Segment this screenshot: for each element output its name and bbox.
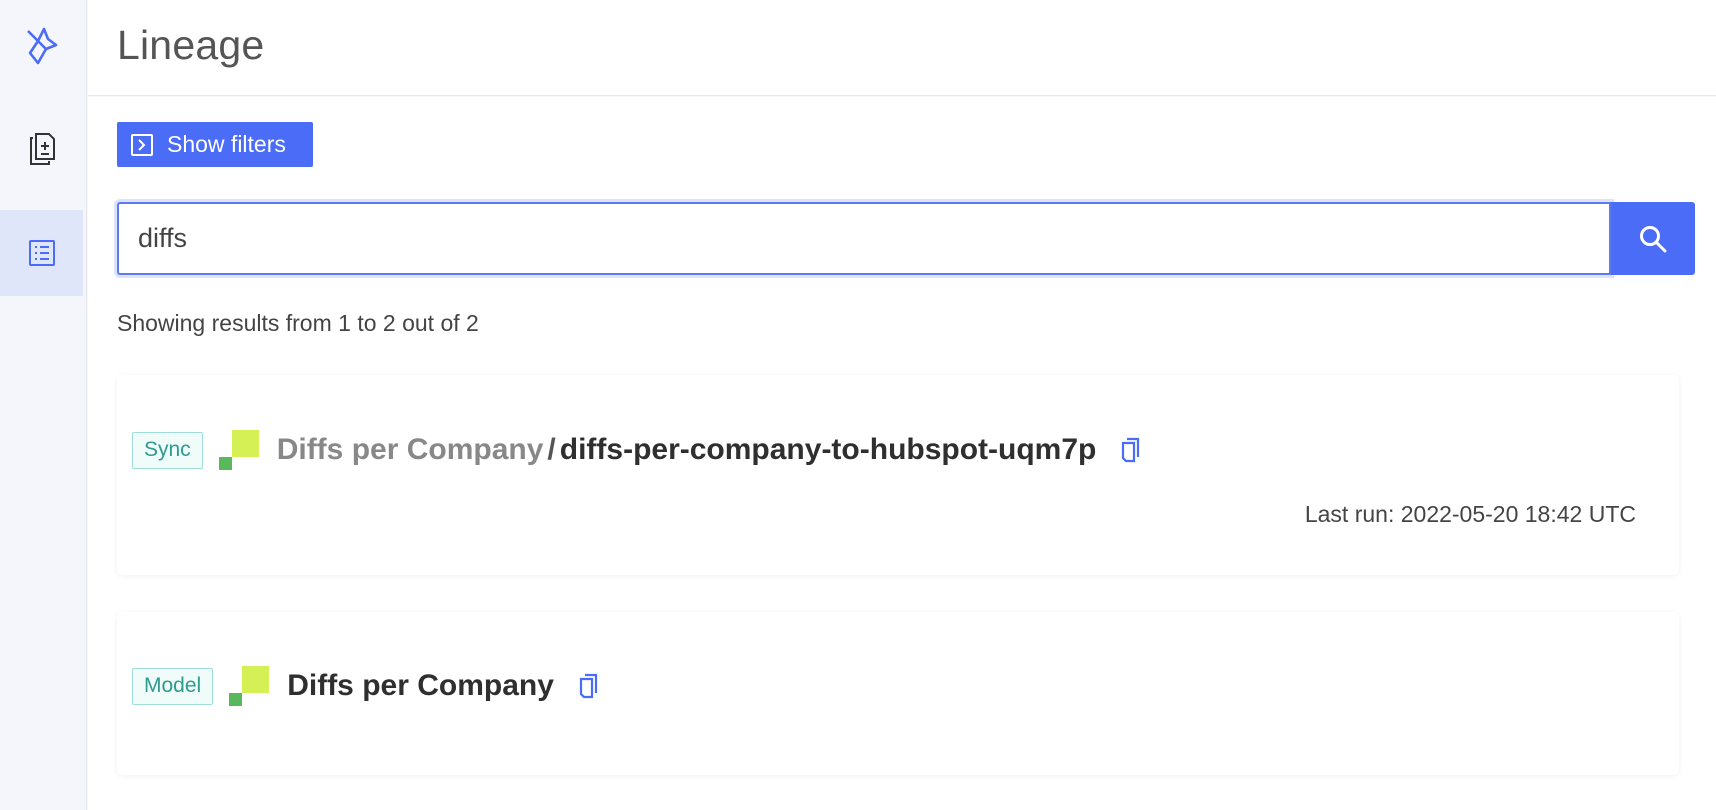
copy-icon[interactable]	[578, 673, 600, 699]
sidebar-item-models[interactable]	[0, 106, 83, 192]
results-summary: Showing results from 1 to 2 out of 2	[117, 310, 479, 336]
show-filters-button[interactable]: Show filters	[117, 122, 313, 167]
result-card-header: Model Diffs per Company	[132, 664, 600, 708]
chevron-right-box-icon	[131, 133, 153, 156]
show-filters-label: Show filters	[167, 131, 286, 157]
result-card[interactable]	[117, 375, 1679, 575]
sync-name-link[interactable]: diffs-per-company-to-hubspot-uqm7p	[560, 433, 1097, 467]
model-logo-icon	[218, 430, 259, 470]
sidebar-item-lineage[interactable]	[0, 210, 83, 296]
model-name-link[interactable]: Diffs per Company	[287, 669, 554, 703]
parent-model-link[interactable]: Diffs per Company	[277, 433, 544, 467]
model-logo-icon	[229, 666, 270, 706]
copy-icon[interactable]	[1120, 437, 1142, 463]
result-card-header: Sync Diffs per Company / diffs-per-compa…	[132, 428, 1142, 472]
main-content: Lineage Show filters Showing results fro	[88, 0, 1716, 810]
type-badge: Sync	[132, 431, 203, 469]
origami-bird-logo-icon	[26, 27, 57, 65]
sidebar	[0, 0, 87, 810]
search-bar	[117, 202, 1716, 275]
type-badge: Model	[132, 667, 214, 705]
page-header: Lineage	[88, 0, 1716, 96]
document-diff-icon	[29, 133, 55, 165]
list-icon	[28, 240, 55, 266]
path-separator: /	[547, 433, 556, 466]
search-icon	[1640, 225, 1667, 252]
search-input[interactable]	[117, 202, 1611, 275]
search-button[interactable]	[1611, 202, 1695, 275]
sidebar-item-logo[interactable]	[0, 4, 83, 90]
page-title: Lineage	[117, 22, 265, 68]
last-run-text: Last run: 2022-05-20 18:42 UTC	[1304, 501, 1636, 527]
